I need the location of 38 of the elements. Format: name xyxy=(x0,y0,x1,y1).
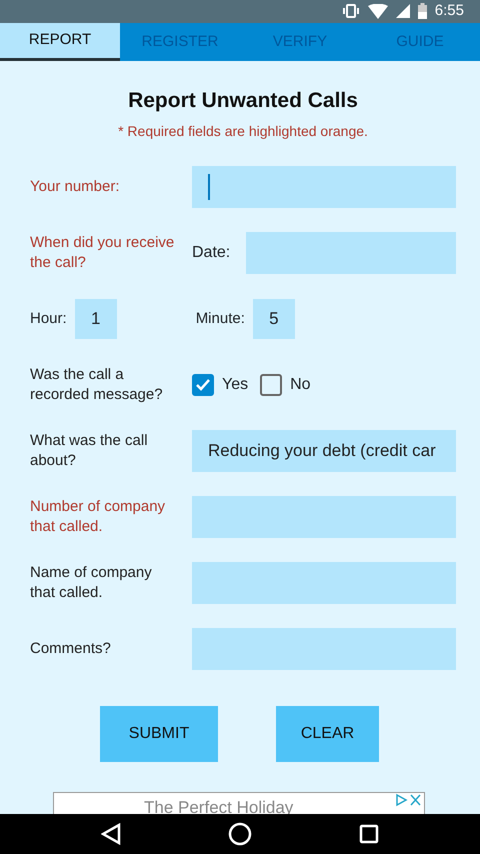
field-label: Your number: xyxy=(30,177,121,197)
date-field[interactable] xyxy=(246,232,456,274)
checkmark-icon xyxy=(195,378,211,392)
field-label: Number of company that called. xyxy=(30,497,166,536)
ad-headline: The Perfect Holiday xyxy=(144,798,294,816)
ad-banner[interactable]: The Perfect Holiday xyxy=(53,792,425,814)
clear-button[interactable]: CLEAR xyxy=(276,706,379,762)
clock-time: 6:55 xyxy=(434,1,464,21)
home-icon[interactable] xyxy=(228,822,252,846)
field-label: Name of company that called. xyxy=(30,563,153,602)
field-label: When did you receive the call? xyxy=(30,233,176,272)
checkbox-label: No xyxy=(290,374,311,395)
input-field[interactable] xyxy=(192,562,456,604)
recents-icon[interactable] xyxy=(358,824,379,844)
wifi-icon xyxy=(368,4,388,19)
tab[interactable]: REPORT xyxy=(0,22,120,62)
submit-button[interactable]: SUBMIT xyxy=(100,706,218,762)
date-label: Date: xyxy=(192,242,230,263)
field-label: Comments? xyxy=(30,639,112,659)
field-label: What was the call about? xyxy=(30,431,149,470)
dropdown-field[interactable]: Reducing your debt (credit car xyxy=(192,430,456,472)
input-field[interactable] xyxy=(192,166,456,208)
minute-field[interactable]: 5 xyxy=(252,298,295,339)
battery-icon xyxy=(418,3,427,20)
signal-icon xyxy=(396,4,410,18)
vibrate-icon xyxy=(342,4,360,18)
form-title: Report Unwanted Calls xyxy=(127,88,359,114)
input-field[interactable] xyxy=(192,496,456,538)
hour-label: Hour: xyxy=(30,308,67,329)
input-field[interactable] xyxy=(192,628,456,670)
field-label: Was the call a recorded message? xyxy=(30,365,164,404)
hour-field[interactable]: 1 xyxy=(74,298,117,339)
checkbox[interactable] xyxy=(192,374,214,396)
required-note: * Required fields are highlighted orange. xyxy=(117,122,369,141)
minute-label: Minute: xyxy=(196,308,245,329)
back-icon[interactable] xyxy=(101,822,122,845)
checkbox[interactable] xyxy=(260,374,282,396)
checkbox-label: Yes xyxy=(222,374,248,395)
